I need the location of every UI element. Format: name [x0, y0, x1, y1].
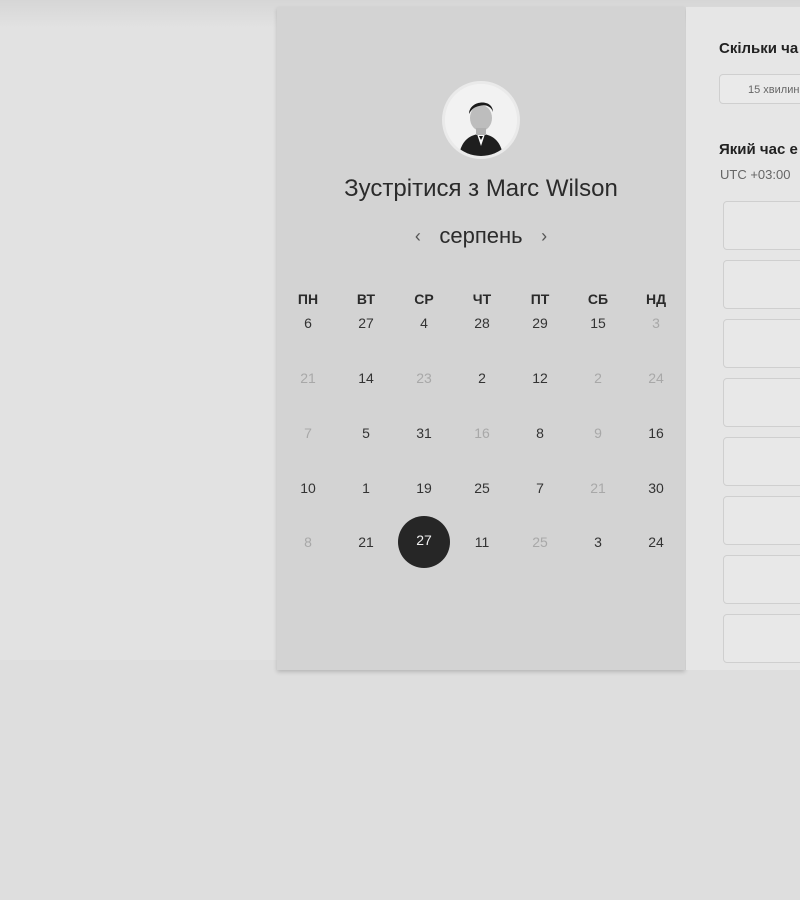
duration-heading: Скільки ча — [719, 40, 799, 57]
calendar-day[interactable]: 29 — [520, 313, 560, 333]
calendar-day: 24 — [648, 370, 664, 386]
calendar-day: 21 — [300, 370, 316, 386]
calendar-day[interactable]: 16 — [636, 423, 676, 443]
calendar-day: 3 — [652, 315, 660, 331]
calendar-day: 8 — [304, 534, 312, 550]
calendar-day[interactable]: 2 — [462, 368, 502, 388]
timezone-label[interactable]: UTC +03:00 — [720, 167, 790, 182]
calendar-day[interactable]: 7 — [520, 478, 560, 498]
calendar-day[interactable]: 11 — [462, 532, 502, 552]
scheduler-card: Зустрітися з Marc Wilson ‹ серпень › ПН … — [277, 7, 685, 670]
time-slot[interactable] — [723, 201, 800, 250]
calendar-day[interactable]: 8 — [520, 423, 560, 443]
calendar-day[interactable]: 12 — [520, 368, 560, 388]
duration-select[interactable]: 15 хвилин — [719, 74, 800, 104]
calendar-day[interactable]: 19 — [404, 478, 444, 498]
calendar-day-selected[interactable]: 27 — [398, 516, 450, 568]
calendar-day: 16 — [474, 425, 490, 441]
calendar-day: 7 — [304, 425, 312, 441]
time-slot[interactable] — [723, 614, 800, 663]
calendar-day[interactable]: 3 — [578, 532, 618, 552]
calendar-day: 21 — [590, 480, 606, 496]
calendar-day[interactable]: 24 — [636, 532, 676, 552]
calendar-day[interactable]: 1 — [346, 478, 386, 498]
calendar-day[interactable]: 10 — [288, 478, 328, 498]
calendar-day[interactable]: 28 — [462, 313, 502, 333]
calendar-day: 9 — [594, 425, 602, 441]
calendar-day: 2 — [594, 370, 602, 386]
time-slot[interactable] — [723, 260, 800, 309]
time-slot[interactable] — [723, 555, 800, 604]
calendar-day[interactable]: 14 — [346, 368, 386, 388]
calendar-day: 23 — [416, 370, 432, 386]
time-selection-panel: Скільки ча 15 хвилин Який час е UTC +03:… — [686, 7, 800, 670]
calendar-day[interactable]: 31 — [404, 423, 444, 443]
time-slot[interactable] — [723, 378, 800, 427]
time-slot[interactable] — [723, 437, 800, 486]
calendar-day: 25 — [532, 534, 548, 550]
calendar-day[interactable]: 6 — [288, 313, 328, 333]
calendar-day[interactable]: 25 — [462, 478, 502, 498]
calendar-day[interactable]: 15 — [578, 313, 618, 333]
calendar-day[interactable]: 30 — [636, 478, 676, 498]
calendar-day[interactable]: 4 — [404, 313, 444, 333]
calendar-grid: 6 27 4 28 29 15 3 21 14 23 2 12 2 24 7 5 31 16 8 9 16 10 1 19 25… — [277, 7, 685, 670]
time-heading: Який час е — [719, 141, 798, 158]
calendar-day[interactable]: 5 — [346, 423, 386, 443]
time-slot[interactable] — [723, 496, 800, 545]
time-slot[interactable] — [723, 319, 800, 368]
calendar-day[interactable]: 21 — [346, 532, 386, 552]
calendar-day[interactable]: 27 — [346, 313, 386, 333]
